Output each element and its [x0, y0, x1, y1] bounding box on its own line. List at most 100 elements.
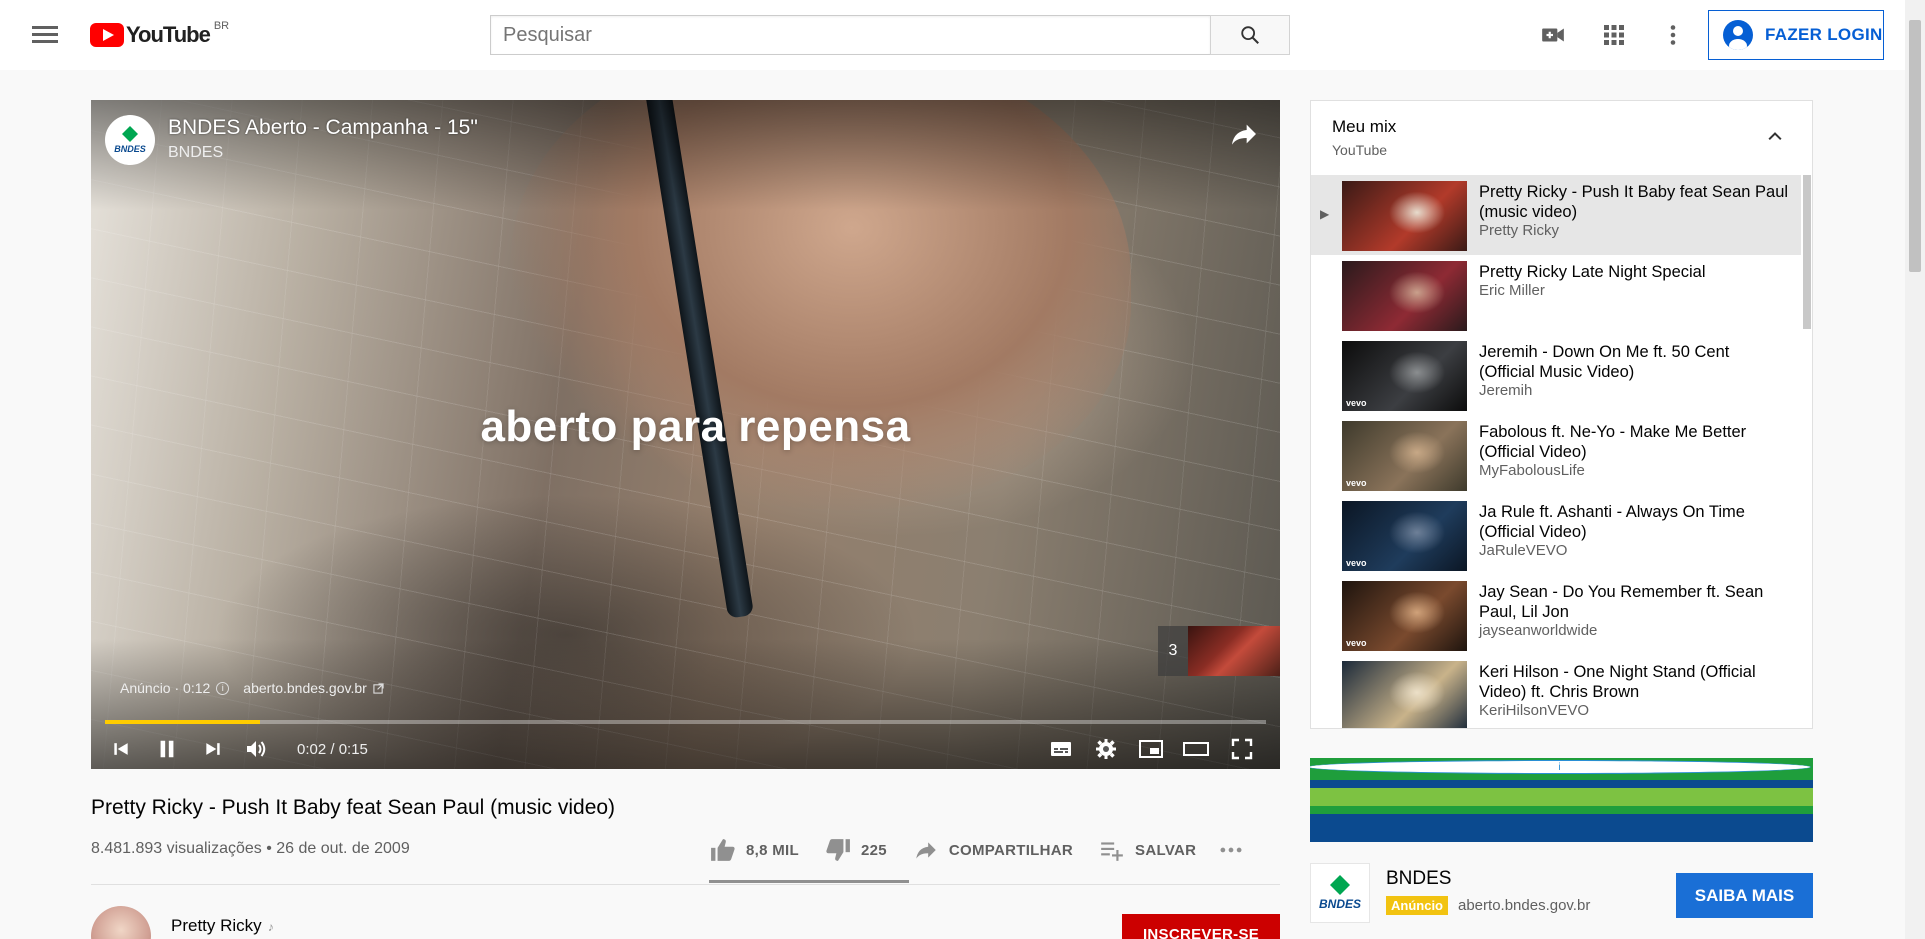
playlist-scrollbar[interactable]	[1803, 175, 1811, 329]
learn-more-button[interactable]: SAIBA MAIS	[1676, 873, 1813, 918]
channel-avatar[interactable]	[91, 906, 151, 939]
playlist-item-thumbnail[interactable]	[1342, 181, 1467, 251]
playlist-items: ▶ Pretty Ricky - Push It Baby feat Sean P…	[1311, 175, 1801, 728]
playlist-item-title: Pretty Ricky Late Night Special	[1479, 263, 1706, 281]
channel-owner[interactable]: Pretty Ricky ♪	[171, 916, 274, 936]
ad-info-icon[interactable]: i	[1310, 760, 1811, 774]
ad-channel-avatar[interactable]: BNDES	[105, 115, 155, 165]
up-next-count: 3	[1158, 626, 1188, 676]
create-video-icon[interactable]	[1538, 20, 1568, 50]
playlist-item-title: Jay Sean - Do You Remember ft. Sean Paul…	[1479, 583, 1764, 621]
collapse-chevron-up-icon[interactable]	[1760, 121, 1790, 151]
ad-card-logo[interactable]: BNDES	[1310, 863, 1370, 923]
dislike-button[interactable]: 225	[825, 837, 887, 863]
youtube-logo[interactable]: YouTube BR	[90, 20, 229, 48]
video-player[interactable]: BNDES BNDES Aberto - Campanha - 15" BNDE…	[91, 100, 1280, 769]
playlist-item-thumbnail[interactable]: vevo	[1342, 581, 1467, 651]
playlist-item-channel: MyFabolousLife	[1479, 462, 1585, 479]
share-button[interactable]: COMPARTILHAR	[913, 837, 1073, 863]
bndes-logo-text: BNDES	[1318, 897, 1361, 911]
menu-icon[interactable]	[28, 22, 62, 48]
next-icon[interactable]	[198, 734, 228, 764]
playlist-item-thumbnail[interactable]: vevo	[1342, 341, 1467, 411]
miniplayer-icon[interactable]	[1136, 734, 1166, 764]
share-arrow-icon	[916, 842, 936, 859]
login-label: FAZER LOGIN	[1765, 25, 1883, 44]
up-next-preview[interactable]: 3	[1158, 626, 1280, 676]
progress-fill	[105, 720, 260, 724]
playlist-item-thumbnail[interactable]	[1342, 261, 1467, 331]
search-button[interactable]	[1210, 15, 1290, 55]
apps-grid-icon[interactable]	[1599, 20, 1629, 50]
playlist-item-channel: Pretty Ricky	[1479, 222, 1560, 239]
player-controls: 0:02 / 0:15	[91, 728, 1280, 768]
ad-badge: Anúncio	[1386, 896, 1448, 915]
account-icon	[1723, 20, 1753, 50]
previous-icon[interactable]	[106, 734, 136, 764]
fullscreen-icon[interactable]	[1227, 734, 1257, 764]
playlist-title[interactable]: Meu mix	[1332, 117, 1396, 137]
volume-icon[interactable]	[241, 734, 271, 764]
more-actions-button[interactable]	[1218, 837, 1244, 863]
vevo-watermark: vevo	[1346, 398, 1367, 408]
watch-video-title: Pretty Ricky - Push It Baby feat Sean Pa…	[91, 796, 616, 819]
page-scrollbar-thumb[interactable]	[1909, 20, 1921, 272]
playlist-item-title: Jeremih - Down On Me ft. 50 Cent (Offici…	[1479, 343, 1730, 381]
save-button[interactable]: SALVAR	[1099, 837, 1196, 863]
more-horiz-icon	[1220, 847, 1242, 853]
ad-card-url: aberto.bndes.gov.br	[1458, 897, 1591, 914]
bndes-logo-mark	[122, 126, 138, 142]
info-icon[interactable]: i	[216, 681, 230, 695]
playlist-item-thumbnail[interactable]	[1342, 661, 1467, 728]
banner-stripe	[1310, 780, 1813, 788]
pause-icon[interactable]	[152, 734, 182, 764]
ad-banner[interactable]: i	[1310, 758, 1813, 842]
now-playing-icon: ▶	[1320, 207, 1330, 221]
player-channel-name[interactable]: BNDES	[168, 144, 223, 162]
search-icon	[1241, 26, 1259, 44]
ad-card-name[interactable]: BNDES	[1386, 868, 1451, 890]
playlist-item[interactable]: Keri Hilson - One Night Stand (Official …	[1311, 655, 1801, 728]
vevo-watermark: vevo	[1346, 478, 1367, 488]
playlist-item[interactable]: vevo Jeremih - Down On Me ft. 50 Cent (Of…	[1311, 335, 1801, 415]
share-icon[interactable]	[1228, 118, 1260, 150]
bndes-logo-mark	[1330, 875, 1350, 895]
playlist-item[interactable]: ▶ Pretty Ricky - Push It Baby feat Sean P…	[1311, 175, 1801, 255]
thumbs-down-icon	[826, 839, 850, 861]
search-input[interactable]	[490, 15, 1210, 55]
theater-mode-icon[interactable]	[1181, 734, 1211, 764]
page-scrollbar[interactable]	[1905, 0, 1925, 939]
login-button[interactable]: FAZER LOGIN	[1708, 10, 1884, 60]
playlist-item-thumbnail[interactable]: vevo	[1342, 421, 1467, 491]
thumbs-up-icon	[711, 839, 735, 861]
subtitles-icon[interactable]	[1046, 734, 1076, 764]
playlist-item-channel: Eric Miller	[1479, 282, 1545, 299]
vevo-watermark: vevo	[1346, 558, 1367, 568]
playlist-item-thumbnail[interactable]: vevo	[1342, 501, 1467, 571]
action-buttons: 8,8 MIL 225 COMPARTILHAR SALVAR	[710, 832, 1270, 868]
settings-icon[interactable]	[1091, 734, 1121, 764]
subscribe-button[interactable]: INSCREVER-SE	[1122, 914, 1280, 939]
time-display: 0:02 / 0:15	[297, 741, 368, 758]
banner-stripe	[1310, 806, 1813, 814]
playlist-item[interactable]: vevo Jay Sean - Do You Remember ft. Sean …	[1311, 575, 1801, 655]
playlist-panel: Meu mix YouTube ▶ Pretty Ricky - Push It …	[1310, 100, 1813, 729]
playlist-item[interactable]: vevo Ja Rule ft. Ashanti - Always On Time…	[1311, 495, 1801, 575]
playlist-item[interactable]: Pretty Ricky Late Night Special Eric Mill…	[1311, 255, 1801, 335]
playlist-item[interactable]: vevo Fabolous ft. Ne-Yo - Make Me Better …	[1311, 415, 1801, 495]
play-logo-icon	[90, 23, 124, 47]
dislike-count: 225	[860, 841, 887, 859]
playlist-item-channel: KeriHilsonVEVO	[1479, 702, 1590, 719]
ad-link[interactable]: aberto.bndes.gov.br	[243, 680, 367, 696]
progress-bar[interactable]	[105, 720, 1266, 724]
video-overlay-text: aberto para repensa	[480, 402, 911, 451]
more-vert-icon[interactable]	[1658, 20, 1688, 50]
share-label: COMPARTILHAR	[948, 841, 1074, 859]
music-note-icon: ♪	[267, 920, 274, 934]
up-next-thumbnail	[1188, 626, 1280, 676]
divider	[91, 884, 1280, 885]
ad-countdown: Anúncio · 0:12	[120, 680, 211, 696]
like-button[interactable]: 8,8 MIL	[710, 837, 799, 863]
sentiment-fill	[709, 880, 909, 883]
player-video-title[interactable]: BNDES Aberto - Campanha - 15"	[168, 116, 478, 140]
